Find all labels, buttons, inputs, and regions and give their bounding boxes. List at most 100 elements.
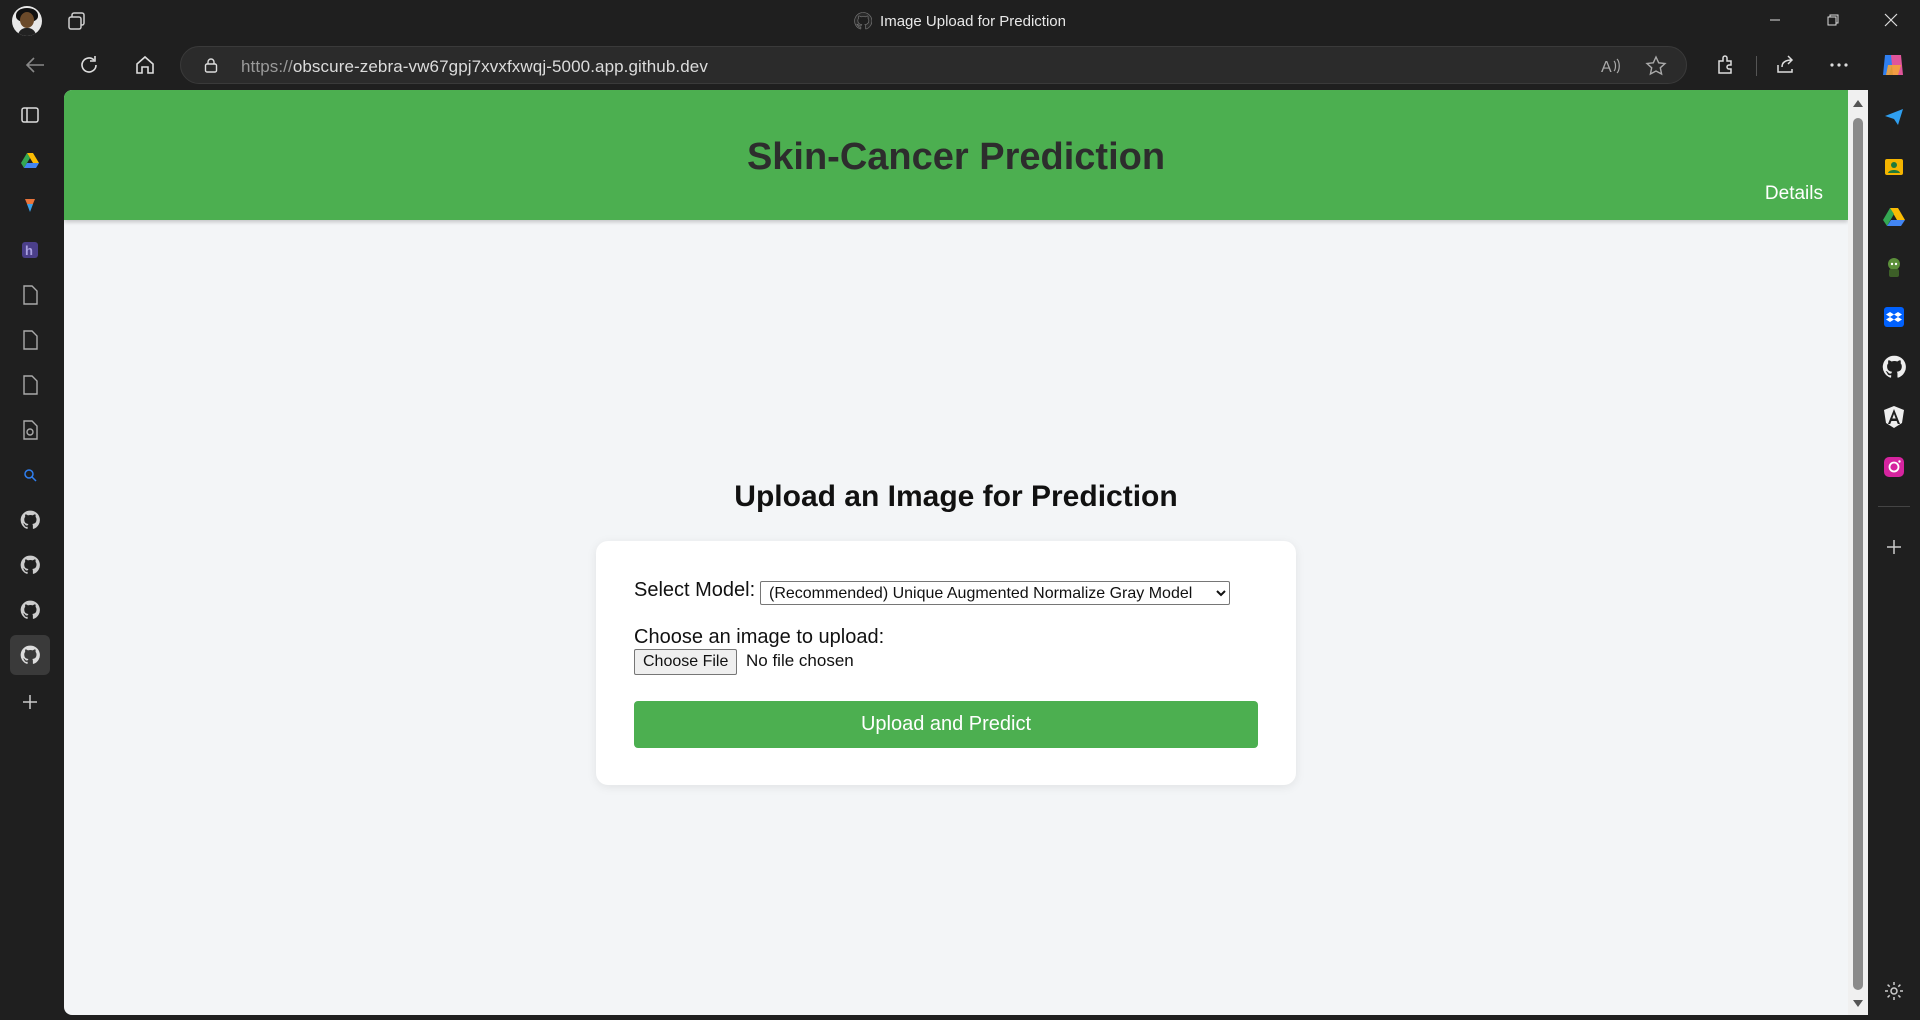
minimize-button[interactable] <box>1752 0 1798 40</box>
sidebar-tab-drive[interactable] <box>15 145 45 175</box>
read-aloud-icon[interactable]: A <box>1599 55 1621 77</box>
model-select[interactable]: (Recommended) Unique Augmented Normalize… <box>760 581 1230 605</box>
github-icon <box>1882 355 1906 378</box>
copilot-icon <box>1883 55 1903 75</box>
close-icon <box>1884 13 1898 27</box>
page-viewport: Skin-Cancer Prediction Details Upload an… <box>64 90 1848 1015</box>
home-icon <box>136 55 154 74</box>
sidebar-app-contacts[interactable] <box>1881 154 1907 180</box>
sidebar-tab-search[interactable] <box>15 460 45 490</box>
sidebar-tab-github-3[interactable] <box>15 595 45 625</box>
address-bar[interactable]: https://obscure-zebra-vw67gpj7xvxfxwqj-5… <box>180 46 1687 84</box>
refresh-button[interactable] <box>74 50 104 80</box>
model-select-label: Select Model: <box>634 579 756 601</box>
github-icon <box>854 12 873 30</box>
svg-text:A: A <box>1601 59 1612 76</box>
app-header: Skin-Cancer Prediction Details <box>64 90 1848 220</box>
sidebar-app-angular[interactable] <box>1881 404 1907 430</box>
sidebar-toggle[interactable] <box>15 100 45 130</box>
colorful-app-icon <box>25 199 35 212</box>
upload-heading: Upload an Image for Prediction <box>734 480 1178 513</box>
github-icon <box>20 555 40 574</box>
send-icon <box>1885 109 1903 125</box>
navigation-bar: https://obscure-zebra-vw67gpj7xvxfxwqj-5… <box>0 40 1920 90</box>
sidebar-add-app-button[interactable] <box>1881 534 1907 560</box>
google-drive-icon <box>21 153 39 168</box>
settings-icon <box>1885 982 1903 1000</box>
sidebar-tab-hashnode[interactable]: h <box>15 235 45 265</box>
sidebar-tab-github-active[interactable] <box>10 635 50 675</box>
page-icon <box>23 330 38 350</box>
url-text[interactable]: https://obscure-zebra-vw67gpj7xvxfxwqj-5… <box>241 57 708 77</box>
sidebar-settings-button[interactable] <box>1881 978 1907 1004</box>
sidebar-divider <box>1878 506 1910 507</box>
search-icon <box>24 469 37 482</box>
google-drive-icon <box>1883 208 1905 226</box>
window-title: Image Upload for Prediction <box>0 12 1920 30</box>
app-title: Skin-Cancer Prediction <box>746 136 1166 178</box>
minimize-icon <box>1770 19 1780 21</box>
close-button[interactable] <box>1868 0 1914 40</box>
upload-form-card: Select Model: (Recommended) Unique Augme… <box>596 541 1296 785</box>
left-sidebar: h <box>0 90 60 1020</box>
dropbox-icon <box>1884 307 1904 327</box>
share-button[interactable] <box>1770 50 1800 80</box>
file-input-label: Choose an image to upload: <box>634 626 885 648</box>
lock-icon[interactable] <box>203 57 219 73</box>
url-host: obscure-zebra-vw67gpj7xvxfxwqj-5000.app.… <box>292 57 708 76</box>
toolbar-divider <box>1756 56 1757 76</box>
page-gear-icon <box>23 420 38 440</box>
back-button[interactable] <box>20 50 50 80</box>
page-scrollbar[interactable] <box>1848 90 1868 1015</box>
page-icon <box>23 285 38 305</box>
sidebar-panel-icon <box>21 107 39 123</box>
sidebar-tab-page-4[interactable] <box>15 415 45 445</box>
github-icon <box>20 645 40 664</box>
choose-file-button[interactable]: Choose File <box>634 649 738 675</box>
add-icon <box>23 695 37 709</box>
home-button[interactable] <box>130 50 160 80</box>
title-bar: Image Upload for Prediction <box>0 0 1920 40</box>
sidebar-app-github[interactable] <box>1881 354 1907 380</box>
restore-button[interactable] <box>1810 0 1856 40</box>
hashnode-icon: h <box>22 242 38 258</box>
sidebar-tab-app[interactable] <box>15 190 45 220</box>
sidebar-tab-page-2[interactable] <box>15 325 45 355</box>
share-icon <box>1777 55 1794 73</box>
copilot-button[interactable] <box>1878 50 1908 80</box>
more-menu-button[interactable] <box>1824 50 1854 80</box>
instagram-icon <box>1884 457 1904 477</box>
game-icon <box>1888 258 1900 277</box>
url-protocol: https:// <box>241 57 293 76</box>
scroll-up-arrow-icon[interactable] <box>1853 100 1863 107</box>
favorite-star-icon[interactable] <box>1645 55 1667 77</box>
sidebar-app-dropbox[interactable] <box>1881 304 1907 330</box>
upload-and-predict-button[interactable]: Upload and Predict <box>634 701 1258 748</box>
details-link[interactable]: Details <box>1765 183 1823 205</box>
refresh-icon <box>81 56 97 73</box>
sidebar-tab-page-1[interactable] <box>15 280 45 310</box>
github-icon <box>20 600 40 619</box>
sidebar-new-tab-button[interactable] <box>15 687 45 717</box>
scrollbar-thumb[interactable] <box>1853 118 1863 990</box>
window-title-text: Image Upload for Prediction <box>880 13 1066 30</box>
scroll-down-arrow-icon[interactable] <box>1853 1000 1863 1007</box>
page-icon <box>23 375 38 395</box>
sidebar-tab-page-3[interactable] <box>15 370 45 400</box>
restore-icon <box>1827 14 1839 26</box>
sidebar-app-drive[interactable] <box>1881 204 1907 230</box>
angular-icon <box>1884 406 1904 428</box>
github-icon <box>20 510 40 529</box>
add-icon <box>1887 540 1901 554</box>
file-status-text: No file chosen <box>746 651 854 670</box>
sidebar-app-instagram[interactable] <box>1881 454 1907 480</box>
extensions-button[interactable] <box>1710 50 1740 80</box>
sidebar-app-game[interactable] <box>1881 254 1907 280</box>
sidebar-tab-github-2[interactable] <box>15 550 45 580</box>
sidebar-app-send[interactable] <box>1881 104 1907 130</box>
contacts-icon <box>1885 159 1903 175</box>
extensions-icon <box>1718 55 1732 74</box>
sidebar-tab-github-1[interactable] <box>15 505 45 535</box>
svg-text:h: h <box>25 243 33 258</box>
back-arrow-icon <box>25 57 44 73</box>
